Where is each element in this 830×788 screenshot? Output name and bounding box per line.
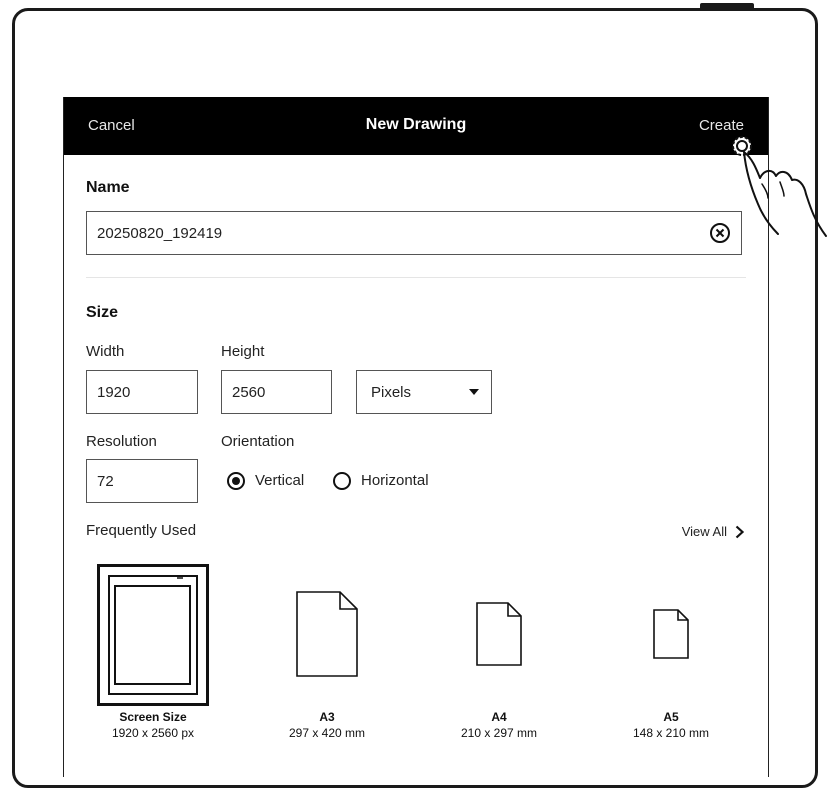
section-divider xyxy=(86,277,746,278)
preset-a5-dimensions: 148 x 210 mm xyxy=(632,726,710,740)
orientation-horizontal-label[interactable]: Horizontal xyxy=(361,472,429,489)
resolution-label: Resolution xyxy=(86,433,157,450)
preset-a5[interactable] xyxy=(653,609,689,659)
preset-screen-size-dimensions: 1920 x 2560 px xyxy=(111,726,195,740)
tap-hand-icon xyxy=(732,136,827,237)
name-field-value: 20250820_192419 xyxy=(97,224,223,242)
resolution-field[interactable]: 72 xyxy=(86,459,198,503)
name-field[interactable]: 20250820_192419 xyxy=(86,211,742,255)
preset-a3[interactable] xyxy=(296,591,358,677)
device-power-button xyxy=(700,3,754,10)
view-all-label: View All xyxy=(681,524,727,539)
dialog-title: New Drawing xyxy=(365,116,467,133)
preset-a4-name: A4 xyxy=(491,710,507,724)
orientation-vertical-radio[interactable] xyxy=(227,472,245,490)
orientation-horizontal-radio[interactable] xyxy=(333,472,351,490)
orientation-label: Orientation xyxy=(221,433,295,450)
name-section-title: Name xyxy=(86,179,130,196)
height-field[interactable]: 2560 xyxy=(221,370,332,414)
width-field[interactable]: 1920 xyxy=(86,370,198,414)
chevron-right-icon xyxy=(735,525,744,538)
unit-select[interactable]: Pixels xyxy=(356,370,492,414)
size-section-title: Size xyxy=(86,304,119,321)
preset-screen-size-name: Screen Size xyxy=(119,710,187,724)
document-page-icon xyxy=(296,591,358,677)
preset-a4[interactable] xyxy=(476,602,522,666)
width-value: 1920 xyxy=(97,383,131,401)
new-drawing-dialog: Cancel New Drawing Create Name 20250820_… xyxy=(63,97,769,777)
preset-screen-size[interactable] xyxy=(97,564,209,706)
dialog-header: Cancel New Drawing Create xyxy=(64,97,768,155)
resolution-value: 72 xyxy=(97,472,114,490)
preset-a5-name: A5 xyxy=(663,710,679,724)
tablet-screen-icon xyxy=(97,564,209,706)
document-page-icon xyxy=(476,602,522,666)
height-value: 2560 xyxy=(232,383,266,401)
view-all-link[interactable]: View All xyxy=(682,524,744,539)
radio-selected-dot xyxy=(232,477,240,485)
preset-a4-dimensions: 210 x 297 mm xyxy=(460,726,538,740)
width-label: Width xyxy=(86,343,125,360)
document-page-icon xyxy=(653,609,689,659)
caret-down-icon xyxy=(469,389,479,395)
preset-a3-dimensions: 297 x 420 mm xyxy=(288,726,366,740)
preset-a3-name: A3 xyxy=(319,710,335,724)
height-label: Height xyxy=(221,343,265,360)
orientation-vertical-label[interactable]: Vertical xyxy=(255,472,304,489)
unit-select-value: Pixels xyxy=(371,383,412,401)
frequently-used-title: Frequently Used xyxy=(86,522,197,539)
